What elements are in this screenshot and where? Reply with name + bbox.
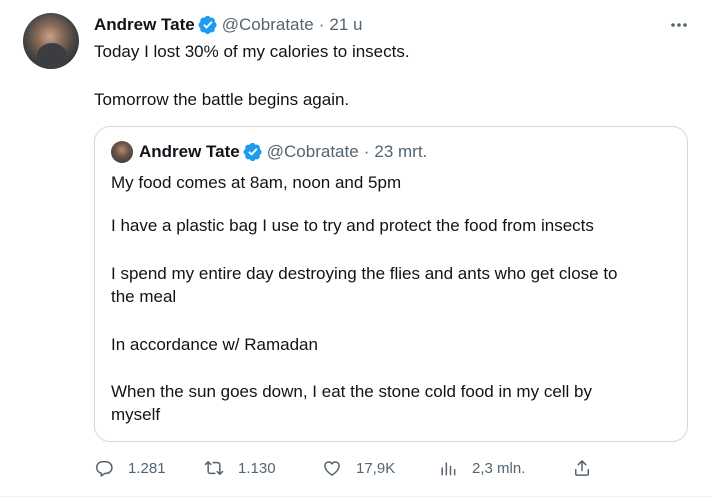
heart-icon <box>324 461 340 476</box>
quoted-text-line: My food comes at 8am, noon and 5pm <box>111 173 402 192</box>
tweet-text-line: Tomorrow the battle begins again. <box>94 90 350 109</box>
author-avatar[interactable] <box>23 13 79 69</box>
separator-dot: · <box>363 142 370 161</box>
views-count: 2,3 mln. <box>472 459 526 477</box>
more-dots-icon <box>671 23 687 27</box>
repost-count: 1.130 <box>238 459 276 477</box>
quoted-text-line: I have a plastic bag I use to try and pr… <box>111 216 594 235</box>
quoted-text-line: When the sun goes down, I eat the stone … <box>111 382 593 401</box>
tweet[interactable]: Andrew Tate @Cobratate · 21 u Today I lo… <box>0 0 712 498</box>
verified-badge-icon <box>243 142 262 162</box>
share-icon <box>575 460 589 476</box>
more-options-button[interactable] <box>668 14 690 36</box>
views-button[interactable]: 2,3 mln. <box>438 456 525 480</box>
quoted-text-line: the meal <box>111 287 177 306</box>
quoted-tweet-card[interactable]: Andrew Tate @Cobratate · 23 mrt. My food… <box>94 126 688 442</box>
divider <box>0 496 712 497</box>
like-count: 17,9K <box>356 459 396 477</box>
quoted-tweet-timestamp: 23 mrt. <box>374 142 428 161</box>
tweet-action-bar: 1.281 1.130 17,9K 2,3 mln. <box>94 456 604 480</box>
reply-button[interactable]: 1.281 <box>94 456 166 480</box>
quoted-text-line: In accordance w/ Ramadan <box>111 335 318 354</box>
separator-dot: · <box>318 15 325 34</box>
like-button[interactable]: 17,9K <box>322 456 395 480</box>
quoted-author-name: Andrew Tate <box>139 142 240 161</box>
views-chart-icon <box>441 462 456 476</box>
quoted-tweet-header: Andrew Tate @Cobratate · 23 mrt. <box>139 141 427 163</box>
share-button[interactable] <box>572 456 592 480</box>
repost-icon <box>204 461 224 475</box>
reply-icon <box>95 461 113 477</box>
reply-count: 1.281 <box>128 459 166 477</box>
quoted-author-handle: @Cobratate <box>266 142 359 161</box>
quoted-author-avatar <box>111 141 133 163</box>
quoted-text-line: I spend my entire day destroying the fli… <box>111 264 618 283</box>
quoted-text-line: myself <box>111 405 161 424</box>
author-handle[interactable]: @Cobratate <box>222 15 314 35</box>
author-name[interactable]: Andrew Tate <box>94 15 195 35</box>
repost-button[interactable]: 1.130 <box>204 456 276 480</box>
tweet-timestamp[interactable]: 21 u <box>329 15 362 35</box>
tweet-text-line: Today I lost 30% of my calories to insec… <box>94 42 410 61</box>
tweet-header: Andrew Tate @Cobratate · 21 u <box>94 14 362 36</box>
verified-badge-icon <box>198 15 217 35</box>
